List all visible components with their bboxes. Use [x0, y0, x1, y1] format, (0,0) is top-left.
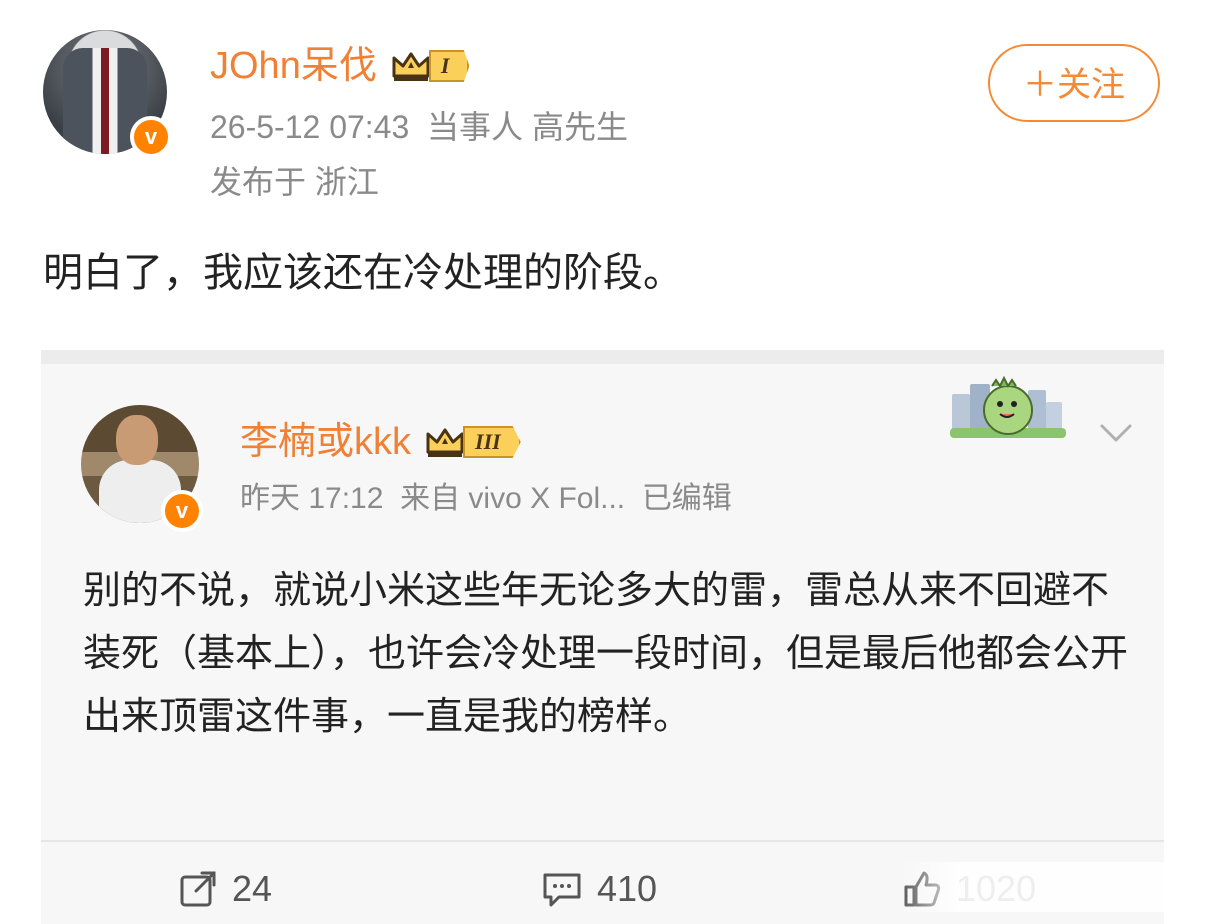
verified-badge-icon: v — [130, 116, 172, 158]
quoted-meta: 昨天 17:12 来自 vivo X Fol... 已编辑 — [240, 481, 732, 517]
quoted-verified-mark: v — [175, 498, 189, 523]
quoted-verified-badge-icon: v — [161, 490, 203, 532]
chevron-down-icon[interactable] — [1098, 418, 1134, 448]
quoted-time: 昨天 17:12 — [240, 482, 384, 515]
comment-count: 410 — [597, 868, 658, 909]
quoted-source: 来自 vivo X Fol... — [400, 482, 626, 515]
quote-divider — [41, 350, 1164, 364]
dinosaur-sticker-icon — [950, 375, 1066, 442]
post-timestamp: 26-5-12 07:43 — [210, 109, 410, 145]
crown-icon — [425, 426, 465, 458]
quoted-body: 别的不说，就说小米这些年无论多大的雷，雷总从来不回避不装死（基本上），也许会冷处… — [83, 570, 1129, 738]
post-meta: 26-5-12 07:43 当事人 高先生 — [210, 108, 628, 146]
quoted-name-row: 李楠或kkk III — [240, 420, 521, 464]
author-name-row: JOhn呆伐 I — [210, 44, 470, 88]
author-name[interactable]: JOhn呆伐 — [210, 44, 377, 88]
post-location: 发布于 浙江 — [210, 164, 379, 200]
verified-mark: v — [144, 124, 158, 149]
role-tag: 当事人 高先生 — [427, 109, 628, 145]
action-bar-divider — [41, 840, 1164, 842]
quoted-edited: 已编辑 — [641, 482, 732, 515]
crown-icon — [391, 50, 431, 82]
follow-button[interactable]: ＋关注 — [988, 44, 1160, 122]
post-body: 明白了，我应该还在冷处理的阶段。 — [43, 251, 683, 295]
share-icon — [178, 869, 218, 909]
watermark-overlay — [900, 862, 1206, 912]
quoted-level-number: III — [463, 426, 521, 458]
quoted-author-name[interactable]: 李楠或kkk — [240, 420, 411, 464]
comment-action[interactable]: 410 — [541, 868, 657, 910]
member-level-badge[interactable]: I — [391, 50, 470, 82]
level-number: I — [428, 50, 470, 82]
quoted-member-level-badge[interactable]: III — [425, 426, 521, 458]
repost-count: 24 — [232, 868, 273, 909]
comment-icon — [541, 869, 583, 909]
repost-action[interactable]: 24 — [178, 868, 272, 910]
